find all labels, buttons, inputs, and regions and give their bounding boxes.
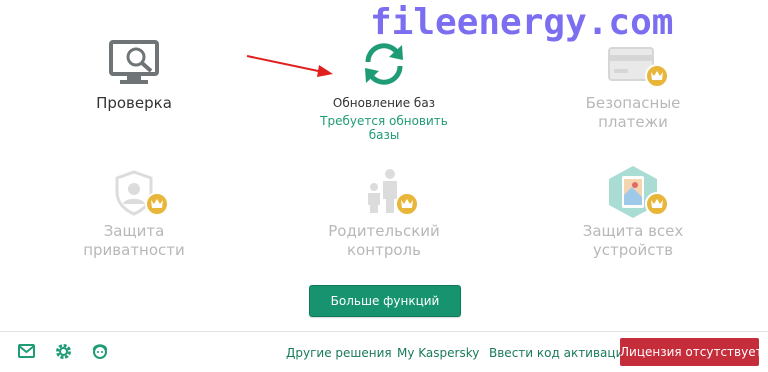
scan-tile[interactable]: Проверка: [60, 35, 208, 115]
parental-control-label-line1: Родительский: [328, 222, 440, 240]
activation-code-link[interactable]: Ввести код активации: [489, 346, 631, 360]
update-label: Обновление баз: [332, 96, 436, 110]
crown-badge: [645, 192, 669, 216]
mail-icon[interactable]: [18, 344, 35, 358]
crown-icon: [151, 199, 163, 208]
update-status-line2[interactable]: базы: [310, 128, 458, 142]
privacy-label-line2: приватности: [83, 241, 185, 259]
all-devices-tile[interactable]: Защита всех устройств: [558, 165, 708, 265]
crown-icon: [651, 71, 663, 80]
privacy-tile[interactable]: Защита приватности: [60, 165, 208, 265]
support-icon[interactable]: [91, 342, 109, 360]
safe-payments-tile[interactable]: Безопасные платежи: [558, 35, 708, 135]
scan-label: Проверка: [96, 94, 172, 112]
all-devices-label-line2: устройств: [592, 241, 674, 259]
footer-bar: Другие решения My Kaspersky Ввести код а…: [0, 331, 768, 372]
other-solutions-link[interactable]: Другие решения: [286, 346, 392, 360]
crown-badge: [645, 64, 669, 88]
monitor-scan-icon: [109, 40, 159, 84]
parental-control-tile[interactable]: Родительский контроль: [310, 165, 458, 265]
license-missing-button[interactable]: Лицензия отсутствует: [620, 338, 763, 366]
crown-badge: [145, 192, 169, 216]
my-kaspersky-link[interactable]: My Kaspersky: [397, 346, 479, 360]
crown-icon: [651, 199, 663, 208]
safe-payments-label-line2: платежи: [598, 113, 668, 131]
all-devices-label-line1: Защита всех: [582, 222, 684, 240]
refresh-icon: [365, 43, 403, 85]
more-features-button[interactable]: Больше функций: [309, 285, 461, 317]
privacy-label-line1: Защита: [103, 222, 165, 240]
crown-badge: [395, 192, 419, 216]
safe-payments-label-line1: Безопасные: [585, 94, 681, 112]
update-tile[interactable]: Обновление баз Требуется обновить базы: [310, 35, 458, 145]
settings-icon[interactable]: [55, 343, 72, 360]
update-status-line1[interactable]: Требуется обновить: [310, 114, 458, 128]
parental-control-label-line2: контроль: [347, 241, 421, 259]
crown-icon: [401, 199, 413, 208]
